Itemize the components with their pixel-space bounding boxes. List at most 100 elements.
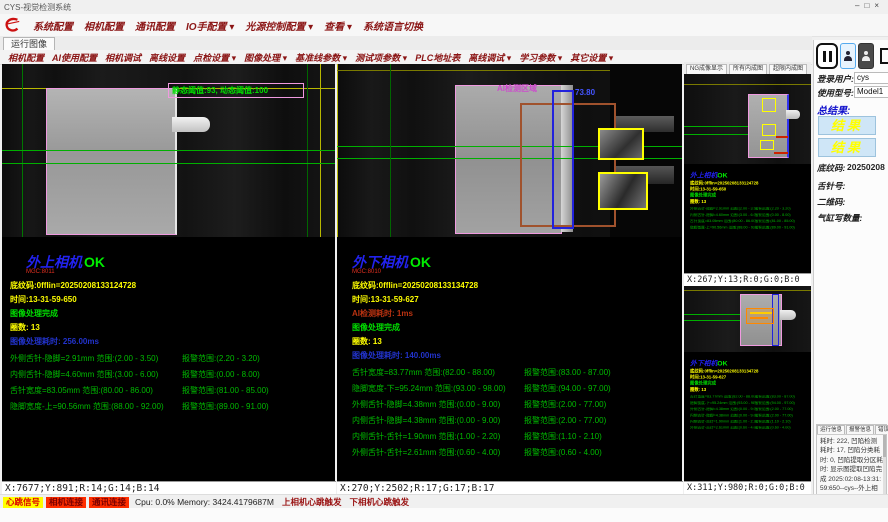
left-result-text: 外上相机OK MGC:8011 底纹码:0fflin=2025020813312…	[10, 255, 332, 411]
tool-plc-address-table[interactable]: PLC地址表	[415, 51, 460, 64]
user-login-button[interactable]	[840, 43, 856, 69]
exit-door-icon: →	[880, 48, 888, 64]
ring-count-line: 圈数: 13	[690, 200, 814, 205]
measure-value: 隐脚宽度-下=95.24mm 范围:(93.00 - 98.00)	[690, 401, 754, 405]
pattern-code-value: 20250208	[847, 162, 885, 172]
heartbeat-indicator: 心跳信号	[3, 497, 43, 508]
tab-ng-display[interactable]: NG成像显示	[686, 64, 727, 74]
alarm-range: 报警范围:(2.00 - 77.00)	[754, 408, 792, 412]
measure-value: 内侧舌针-隐脚=4.60mm 范围:(3.00 - 6.00)	[10, 370, 182, 379]
olive-top-line	[684, 84, 811, 85]
measurement-row: 内侧舌针-舌针=1.90mm 范围:(1.00 - 2.20)报警范围:(1.1…	[690, 420, 814, 424]
measure-value: 隐脚宽度-上=90.56mm 范围:(88.00 - 92.00)	[10, 402, 182, 411]
menu-language-switch[interactable]: 系统语言切换	[363, 18, 423, 33]
tool-offline-settings[interactable]: 离线设置	[149, 51, 185, 64]
mini-measurements: 外侧舌针-隐脚=2.91mm 范围:(2.00 - 3.50)报警范围:(2.2…	[690, 207, 814, 230]
menu-light-control[interactable]: 光源控制配置 ▾	[245, 18, 313, 33]
tab-all-images[interactable]: 所有内成图	[729, 64, 767, 74]
thumb1-camera-view[interactable]	[684, 74, 811, 164]
tool-offline-debug[interactable]: 离线调试 ▾	[468, 51, 511, 64]
tool-camera-config[interactable]: 相机配置	[8, 51, 44, 64]
red-annotation-mark	[776, 136, 788, 138]
menu-view[interactable]: 查看 ▾	[324, 18, 352, 33]
alarm-range: 报警范围:(2.00 - 77.00)	[754, 414, 792, 418]
alarm-range: 报警范围:(94.00 - 97.00)	[524, 384, 611, 393]
blue-roi-box	[552, 90, 574, 229]
exit-button[interactable]: →	[876, 43, 888, 69]
orange-annotation-mark	[750, 317, 768, 319]
info-scrollbar[interactable]	[883, 435, 886, 499]
result-box-2: 结果	[818, 138, 876, 157]
menu-camera-config[interactable]: 相机配置	[84, 18, 124, 33]
tab-error-info[interactable]: 错误信息	[875, 425, 888, 434]
ai-region-label: AI检测区域	[497, 84, 537, 93]
menu-comm-config[interactable]: 通讯配置	[135, 18, 175, 33]
thumb2-camera-view[interactable]	[684, 286, 811, 352]
user-manage-button[interactable]	[858, 43, 874, 69]
bottom-status-strip: 心跳信号 相机连接 通讯连接 Cpu: 0.0% Memory: 3424.41…	[0, 494, 888, 509]
alarm-range: 报警范围:(2.20 - 3.20)	[754, 207, 790, 211]
measurement-row: 外侧舌针-隐脚=4.38mm 范围:(0.00 - 9.00)报警范围:(2.0…	[352, 400, 678, 409]
result-ok: OK	[717, 360, 727, 367]
result-box-1: 结果	[818, 116, 876, 135]
measurement-row: 舌针宽度=83.05mm 范围:(80.00 - 86.00)报警范围:(81.…	[10, 386, 332, 395]
tool-baseline-params[interactable]: 基准线参数 ▾	[295, 51, 347, 64]
middle-camera-view[interactable]: AI检测区域 73.80	[337, 64, 682, 237]
alarm-range: 报警范围:(0.60 - 4.00)	[754, 426, 790, 430]
mini-measurements: 舌针宽度=83.77mm 范围:(82.00 - 88.00)报警范围:(83.…	[690, 395, 814, 430]
tab-run-info[interactable]: 运行信息	[817, 425, 845, 434]
measurement-row: 外侧舌针-舌针=2.61mm 范围:(0.60 - 4.00)报警范围:(0.6…	[690, 426, 814, 430]
close-button[interactable]: ×	[874, 1, 884, 10]
alarm-range: 报警范围:(83.00 - 87.00)	[524, 368, 611, 377]
measure-value: 内侧舌针-隐脚=4.38mm 范围:(0.00 - 9.00)	[690, 414, 754, 418]
thumb1-panel: 外上相机OK 底纹码:0fflin=20250208133124728 时间:1…	[684, 74, 811, 273]
tool-other-settings[interactable]: 其它设置 ▾	[570, 51, 613, 64]
tool-image-processing[interactable]: 图像处理 ▾	[244, 51, 287, 64]
elapsed-line: 图像处理耗时: 140.00ms	[352, 351, 678, 360]
needle-pin	[786, 110, 800, 119]
measurement-row: 舌针宽度=83.77mm 范围:(82.00 - 88.00)报警范围:(83.…	[352, 368, 678, 377]
measure-value: 舌针宽度=83.77mm 范围:(82.00 - 88.00)	[352, 368, 524, 377]
tool-spotcheck-settings[interactable]: 点检设置 ▾	[193, 51, 236, 64]
alarm-range: 报警范围:(2.00 - 77.00)	[524, 400, 606, 409]
tab-run-image[interactable]: 运行图像	[3, 37, 55, 50]
alarm-range: 报警范围:(2.20 - 3.20)	[182, 354, 260, 363]
time-line: 时间:13-31-59-627	[352, 295, 678, 304]
defect-box	[760, 140, 774, 150]
menu-io-config[interactable]: IO手配置 ▾	[186, 18, 234, 33]
red-annotation-mark	[774, 152, 788, 154]
result-ok: OK	[84, 254, 105, 270]
model-value[interactable]: Model1	[854, 86, 888, 98]
measurement-row: 外侧舌针-隐脚=2.91mm 范围:(2.00 - 3.50)报警范围:(2.2…	[10, 354, 332, 363]
orange-annotation-box	[746, 308, 774, 324]
menu-system-config[interactable]: 系统配置	[33, 18, 73, 33]
pause-button[interactable]	[816, 43, 838, 69]
measurement-row: 隐脚宽度-下=95.24mm 范围:(93.00 - 98.00)报警范围:(9…	[352, 384, 678, 393]
login-user-value[interactable]: cys	[854, 72, 888, 84]
camera-name: 外下相机	[690, 360, 717, 367]
tool-learning-params[interactable]: 学习参数 ▾	[519, 51, 562, 64]
measure-value: 外侧舌针-舌针=2.61mm 范围:(0.60 - 4.00)	[690, 426, 754, 430]
tab-alarm-info[interactable]: 报警信息	[846, 425, 874, 434]
measure-value: 外侧舌针-舌针=2.61mm 范围:(0.60 - 4.00)	[352, 448, 524, 457]
camera-link-indicator: 相机连接	[46, 497, 86, 508]
defect-box	[598, 172, 648, 210]
measure-value: 舌针宽度=83.05mm 范围:(80.00 - 86.00)	[690, 220, 754, 224]
measurement-row: 隐脚宽度-下=95.24mm 范围:(93.00 - 98.00)报警范围:(9…	[690, 401, 814, 405]
tool-ai-use-config[interactable]: AI使用配置	[52, 51, 97, 64]
process-done-line: 图像处理完成	[10, 309, 332, 318]
process-done-line: 图像处理完成	[352, 323, 678, 332]
middle-result-text: 外下相机OK MGC:8010 底纹码:0fflin=2025020813313…	[352, 255, 678, 457]
yellow-vertical-line	[337, 64, 338, 237]
camera-name: 外下相机	[352, 254, 408, 270]
measure-value: 隐脚宽度-上=90.56mm 范围:(88.00 - 92.00)	[690, 226, 754, 230]
tool-test-params[interactable]: 测试项参数 ▾	[355, 51, 407, 64]
window-controls: –□×	[855, 1, 884, 10]
tool-camera-debug[interactable]: 相机调试	[105, 51, 141, 64]
left-camera-view[interactable]: 静态阈值:93, 动态阈值:100	[2, 64, 335, 237]
tab-overlimit-images[interactable]: 超限内成图	[769, 64, 807, 74]
alarm-range: 报警范围:(81.00 - 85.00)	[754, 220, 794, 224]
left-camera-panel: 静态阈值:93, 动态阈值:100 外上相机OK MGC:8011 底纹码:0f…	[2, 64, 335, 481]
defect-box	[762, 98, 776, 112]
maximize-button[interactable]: □	[864, 1, 874, 10]
